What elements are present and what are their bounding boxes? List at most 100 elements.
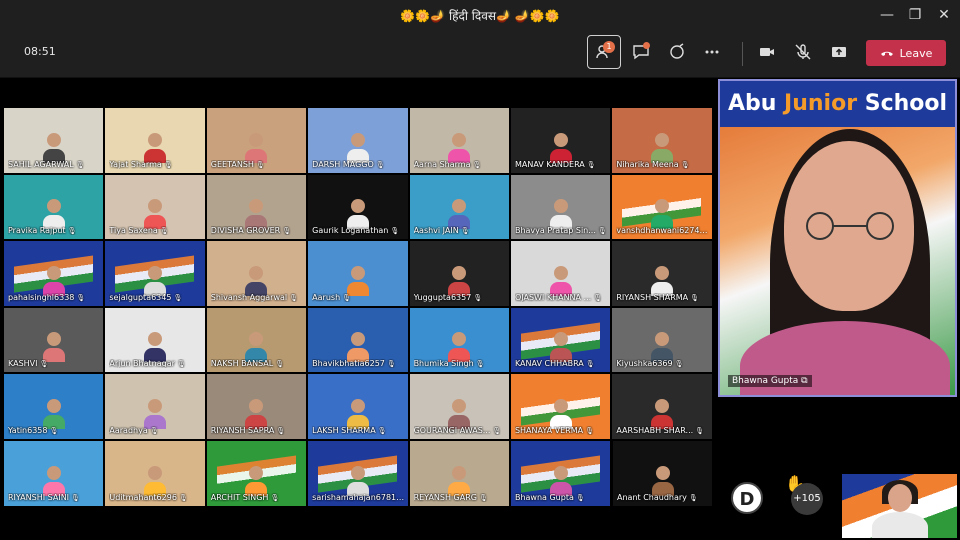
participant-tile[interactable]: Bhavya Pratap Sin... 🎙 (509, 173, 612, 241)
share-tray-icon: ⧉ (801, 376, 808, 386)
participant-tile[interactable]: RIYANSHI SAINI 🎙 (3, 439, 105, 507)
participant-video (651, 199, 674, 230)
participant-tile[interactable]: LAKSH SHARMA 🎙 (307, 373, 409, 440)
participant-tile[interactable]: GEETANSH 🎙 (205, 107, 308, 174)
participant-tile[interactable]: SAHIL AGARWAL 🎙 (3, 107, 105, 174)
participant-tile[interactable]: Bhavikbhatia6257 🎙 (307, 306, 409, 374)
participant-tile[interactable]: vanshdhanwani6274 🎙 (611, 173, 713, 241)
chat-button[interactable] (624, 35, 658, 69)
participant-name: Yatin6358 🎙 (8, 425, 59, 435)
participant-tile[interactable]: pahalsinghl6338 🎙 (3, 240, 105, 307)
participant-video (448, 199, 471, 230)
participant-tile[interactable]: NAKSH BANSAL 🎙 (205, 306, 308, 374)
participant-video (448, 132, 471, 163)
more-participants-button[interactable]: +105 (791, 483, 823, 515)
participant-tile[interactable]: Kiyushka6369 🎙 (611, 306, 713, 374)
mic-icon: 🎙 (375, 160, 385, 169)
participant-tile[interactable]: KASHVI 🎙 (3, 306, 105, 374)
mic-icon: 🎙 (478, 493, 488, 502)
participant-tile[interactable]: Aarna Sharma 🎙 (408, 107, 510, 174)
participant-tile[interactable]: RIYANSH SHARMA 🎙 (611, 240, 713, 307)
participant-tile[interactable]: Arjun Bhatnagar 🎙 (104, 306, 206, 374)
participant-name: GEETANSH 🎙 (210, 159, 265, 169)
participant-name: Aarush 🎙 (312, 292, 352, 302)
mic-button[interactable] (786, 35, 820, 69)
participant-tile[interactable]: KANAV CHHABRA 🎙 (509, 306, 612, 374)
participant-video (144, 465, 167, 496)
reactions-button[interactable] (660, 35, 694, 69)
participant-video (549, 465, 572, 496)
participant-video (651, 332, 674, 363)
leave-button[interactable]: Leave (866, 40, 946, 66)
camera-button[interactable] (750, 35, 784, 69)
participant-tile[interactable]: Pravika Rajput 🎙 (3, 173, 105, 241)
participant-tile[interactable]: Tiya Saxena 🎙 (104, 173, 206, 241)
participant-tile[interactable]: Bhumika Singh 🎙 (408, 306, 510, 374)
participant-tile[interactable]: Yuggupta6357 🎙 (408, 240, 510, 307)
participant-tile[interactable]: ARCHIT SINGH 🎙 (205, 439, 308, 507)
chat-notification-dot (643, 42, 650, 49)
participant-name: sarishamahajan6781 🎙 (312, 492, 407, 502)
participant-video (549, 132, 572, 163)
participant-tile[interactable]: Aashvi JAIN 🎙 (408, 173, 510, 241)
participant-tile[interactable]: DIVISHA GROVER 🎙 (205, 173, 308, 241)
title-bar: 🌼🌼🪔 हिंदी दिवस🪔 🪔🌼🌼 — ❐ ✕ (0, 0, 960, 30)
close-button[interactable]: ✕ (933, 4, 955, 26)
participant-video (346, 199, 369, 230)
participant-tile[interactable]: REYANSH GARG 🎙 (408, 439, 510, 507)
participant-tile[interactable]: SHANAYA VERMA 🎙 (509, 373, 612, 440)
participant-tile[interactable]: MANAV KANDERA 🎙 (509, 107, 612, 174)
participant-tile[interactable]: Niharika Meena 🎙 (611, 107, 713, 174)
window-title: 🌼🌼🪔 हिंदी दिवस🪔 🪔🌼🌼 (400, 9, 560, 23)
toolbar-divider (742, 42, 743, 66)
mic-icon: 🎙 (270, 493, 280, 502)
participant-tile[interactable]: OJASWI KHANNA ... 🎙 (509, 240, 612, 307)
minimize-button[interactable]: — (876, 4, 898, 26)
more-actions-button[interactable] (695, 35, 729, 69)
avatar[interactable]: D (731, 482, 763, 514)
participant-name: sejalgupta6345 🎙 (109, 292, 183, 302)
mic-icon: 🎙 (173, 293, 183, 302)
participant-tile[interactable]: Yatin6358 🎙 (3, 373, 105, 440)
mic-icon: 🎙 (149, 426, 159, 435)
participant-tile[interactable]: sarishamahajan6781 🎙 (307, 439, 409, 507)
participant-video (144, 398, 167, 429)
participant-video (346, 398, 369, 429)
mic-icon: 🎙 (492, 426, 502, 435)
participant-name: RIYANSH SAPRA 🎙 (210, 425, 286, 435)
participant-name: KANAV CHHABRA 🎙 (514, 359, 595, 369)
phone-icon (880, 51, 893, 56)
mic-icon: 🎙 (460, 227, 470, 236)
participant-video (245, 199, 268, 230)
participants-button[interactable]: 1 (587, 35, 621, 69)
participant-name: Anant Chaudhary 🎙 (617, 493, 698, 502)
participant-name: Shivansh Aggarwal 🎙 (210, 292, 299, 302)
participant-tile[interactable]: Aaradhya 🎙 (104, 373, 206, 440)
participant-tile[interactable]: sejalgupta6345 🎙 (104, 240, 206, 307)
self-view[interactable] (842, 474, 957, 538)
meeting-toolbar: 08:51 1 Leave (0, 30, 960, 78)
participant-tile[interactable]: Yajat Sharma 🎙 (104, 107, 206, 174)
participant-tile[interactable]: Anant Chaudhary 🎙 (612, 440, 713, 507)
participant-video (346, 332, 369, 363)
participant-tile[interactable]: DARSH MAGGO 🎙 (307, 107, 409, 174)
participant-tile[interactable]: Bhawna Gupta 🎙 (509, 439, 612, 507)
restore-button[interactable]: ❐ (904, 4, 926, 26)
presenter-tile[interactable]: Abu Junior School Bhawna Gupta ⧉ (718, 79, 957, 397)
participant-video (549, 265, 572, 296)
participant-tile[interactable]: Aarush 🎙 (307, 240, 409, 307)
participant-tile[interactable]: AARSHABH SHAR... 🎙 (611, 373, 713, 440)
participant-tile[interactable]: RIYANSH SAPRA 🎙 (205, 373, 308, 440)
mic-icon: 🎙 (473, 293, 483, 302)
mic-icon: 🎙 (688, 494, 698, 502)
share-screen-button[interactable] (822, 35, 856, 69)
participant-tile[interactable]: Gaurik Loganathan 🎙 (307, 173, 409, 241)
participant-name: pahalsinghl6338 🎙 (8, 292, 86, 302)
participant-video (549, 398, 572, 429)
participant-tile[interactable]: GOURANGI AWAS... 🎙 (408, 373, 510, 440)
participant-video (448, 332, 471, 363)
mic-icon: 🎙 (178, 493, 188, 502)
participant-tile[interactable]: Shivansh Aggarwal 🎙 (205, 240, 308, 307)
camera-icon (760, 48, 774, 56)
participant-tile[interactable]: Uditmahant6296 🎙 (104, 439, 206, 507)
